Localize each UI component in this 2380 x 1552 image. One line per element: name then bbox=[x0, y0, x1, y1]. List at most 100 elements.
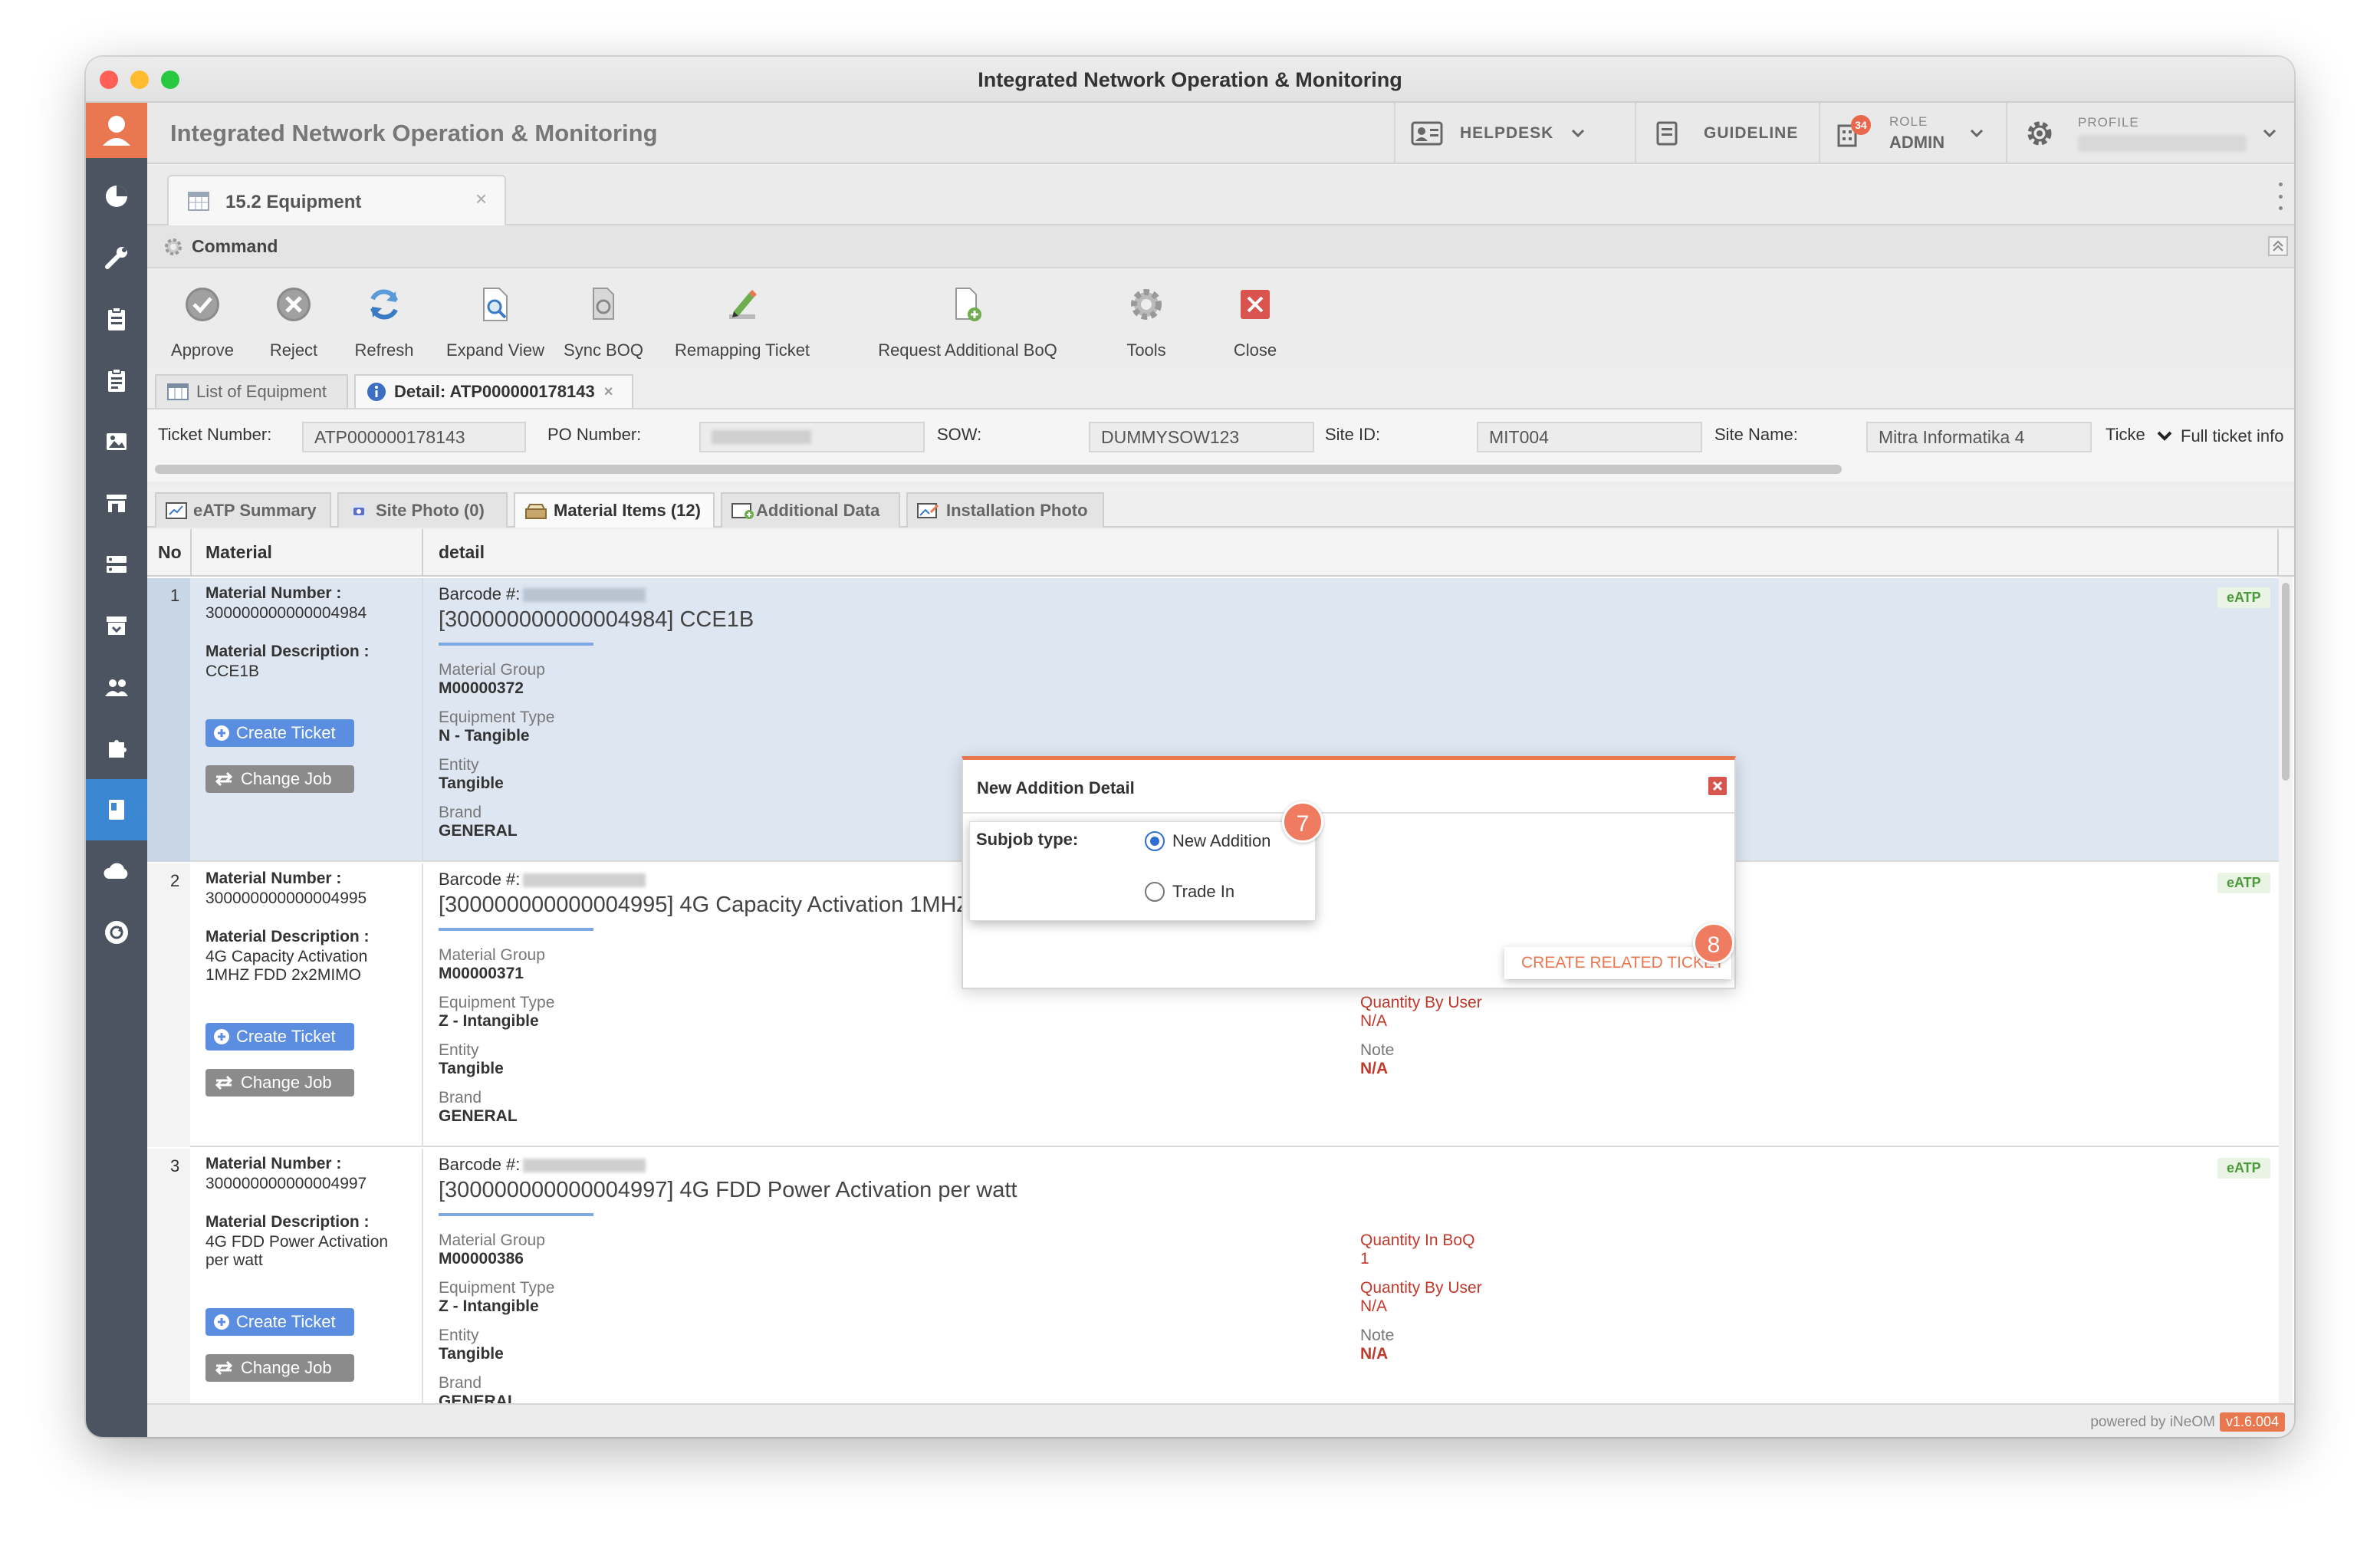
tab-site-photo[interactable]: Site Photo (0) bbox=[337, 492, 508, 528]
equipment-type-label: Equipment Type bbox=[439, 709, 555, 726]
expand-view-label: Expand View bbox=[445, 340, 544, 360]
sidebar-item-servers[interactable] bbox=[86, 534, 147, 595]
sidebar-item-sync[interactable] bbox=[86, 902, 147, 963]
profile-name-redacted bbox=[2078, 135, 2247, 152]
refresh-button[interactable]: Refresh bbox=[342, 268, 426, 368]
material-cell: Material Number : 300000000000004984 Mat… bbox=[205, 584, 417, 681]
equipment-type-value: N - Tangible bbox=[439, 727, 530, 745]
ticket-number-field[interactable]: ATP000000178143 bbox=[302, 422, 526, 452]
inbox-icon bbox=[525, 504, 547, 519]
close-tab-icon[interactable]: × bbox=[475, 187, 487, 211]
pencil-edit-icon bbox=[729, 290, 757, 319]
sidebar-item-tasks[interactable] bbox=[86, 288, 147, 350]
remapping-ticket-label: Remapping Ticket bbox=[674, 340, 810, 360]
step-marker: 8 bbox=[1693, 922, 1734, 964]
sidebar-item-store[interactable] bbox=[86, 472, 147, 534]
chart-window-icon bbox=[166, 502, 187, 519]
option-new-addition[interactable]: New Addition bbox=[1145, 831, 1271, 851]
po-number-field[interactable] bbox=[699, 422, 925, 452]
full-ticket-info-toggle[interactable]: Full ticket info bbox=[2156, 417, 2284, 455]
remapping-ticket-button[interactable]: Remapping Ticket bbox=[666, 268, 819, 368]
request-additional-boq-button[interactable]: Request Additional BoQ bbox=[869, 268, 1066, 368]
tab-material-items[interactable]: Material Items (12) bbox=[514, 492, 715, 528]
material-group-label: Material Group bbox=[439, 1231, 545, 1249]
brand-value: GENERAL bbox=[439, 1393, 518, 1403]
sidebar-item-archive[interactable] bbox=[86, 595, 147, 656]
tab-eatp-summary-label: eATP Summary bbox=[193, 501, 317, 520]
tab-list-of-equipment[interactable]: List of Equipment bbox=[155, 374, 348, 408]
gear-icon bbox=[2027, 121, 2052, 146]
guideline-link[interactable]: GUIDELINE bbox=[1635, 103, 1819, 164]
barcode-redacted bbox=[523, 588, 646, 603]
tab-equipment[interactable]: 15.2 Equipment × bbox=[167, 175, 506, 225]
vertical-scrollbar-thumb[interactable] bbox=[2282, 583, 2290, 781]
expand-view-button[interactable]: Expand View bbox=[442, 268, 549, 368]
tab-installation-photo[interactable]: Installation Photo bbox=[906, 492, 1104, 528]
create-ticket-button[interactable]: Create Ticket bbox=[205, 1023, 354, 1051]
sow-field[interactable]: DUMMYSOW123 bbox=[1089, 422, 1314, 452]
helpdesk-menu[interactable]: HELPDESK bbox=[1394, 103, 1635, 164]
full-ticket-info-label: Full ticket info bbox=[2181, 426, 2284, 446]
tab-detail[interactable]: Detail: ATP000000178143 × bbox=[354, 374, 633, 408]
radio-trade-in[interactable] bbox=[1145, 882, 1165, 902]
chevron-down-icon bbox=[1971, 129, 1984, 138]
sync-boq-button[interactable]: Sync BOQ bbox=[561, 268, 646, 368]
sidebar-item-gallery[interactable] bbox=[86, 411, 147, 472]
table-row[interactable]: 3 Material Number : 300000000000004997 M… bbox=[147, 1149, 2286, 1403]
more-options-icon[interactable] bbox=[2277, 182, 2283, 210]
material-description-line: 4G FDD Power Activation bbox=[205, 1233, 389, 1251]
profile-menu[interactable]: PROFILE bbox=[2006, 103, 2294, 164]
sidebar-item-users[interactable] bbox=[86, 656, 147, 718]
change-job-button[interactable]: Change Job bbox=[205, 1354, 354, 1382]
close-detail-tab-icon[interactable]: × bbox=[604, 383, 613, 401]
tools-button[interactable]: Tools bbox=[1112, 268, 1181, 368]
sync-document-icon bbox=[593, 288, 614, 320]
site-name-field[interactable]: Mitra Informatika 4 bbox=[1866, 422, 2092, 452]
notification-badge: 34 bbox=[1851, 115, 1871, 135]
tab-additional-data-label: Additional Data bbox=[756, 501, 880, 520]
sync-boq-label: Sync BOQ bbox=[564, 340, 643, 360]
radio-new-addition[interactable] bbox=[1145, 831, 1165, 851]
row-number: 3 bbox=[170, 1156, 180, 1176]
dialog-header: New Addition Detail bbox=[963, 760, 1734, 814]
dialog-close-button[interactable] bbox=[1708, 777, 1727, 795]
sidebar-item-cloud[interactable] bbox=[86, 840, 147, 902]
role-label: ROLE bbox=[1889, 114, 1928, 129]
material-description-line: CCE1B bbox=[205, 663, 260, 680]
close-icon bbox=[1712, 781, 1723, 791]
tab-material-items-label: Material Items (12) bbox=[554, 501, 701, 520]
notification-button[interactable]: 34 bbox=[1836, 115, 1871, 149]
role-menu[interactable]: 34 ROLE ADMIN bbox=[1819, 103, 2006, 164]
barcode-label: Barcode #: bbox=[439, 584, 521, 603]
table-icon bbox=[167, 383, 189, 400]
brand-label: Brand bbox=[439, 1374, 482, 1392]
site-id-field[interactable]: MIT004 bbox=[1477, 422, 1702, 452]
book-icon bbox=[109, 800, 124, 820]
change-job-button[interactable]: Change Job bbox=[205, 1069, 354, 1097]
sidebar-user[interactable] bbox=[86, 103, 147, 158]
change-job-button[interactable]: Change Job bbox=[205, 765, 354, 793]
sidebar-item-plugins[interactable] bbox=[86, 718, 147, 779]
sidebar-item-dashboard[interactable] bbox=[86, 166, 147, 227]
sidebar-item-equipment[interactable] bbox=[86, 779, 147, 840]
sidebar-item-reports[interactable] bbox=[86, 350, 147, 411]
create-ticket-button[interactable]: Create Ticket bbox=[205, 719, 354, 747]
close-button[interactable]: Close bbox=[1221, 268, 1290, 368]
add-document-icon bbox=[955, 288, 981, 321]
detail-cell: Material Group M00000372 Equipment Type … bbox=[439, 661, 554, 840]
tab-additional-data[interactable]: Additional Data bbox=[721, 492, 900, 528]
horizontal-scrollbar[interactable] bbox=[155, 465, 1842, 474]
tab-eatp-summary[interactable]: eATP Summary bbox=[155, 492, 331, 528]
create-ticket-button[interactable]: Create Ticket bbox=[205, 1308, 354, 1336]
brand-value: GENERAL bbox=[439, 1107, 518, 1125]
contact-card-icon bbox=[1411, 121, 1443, 146]
option-trade-in[interactable]: Trade In bbox=[1145, 882, 1234, 902]
reject-button[interactable]: Reject bbox=[259, 268, 328, 368]
sidebar-item-maintenance[interactable] bbox=[86, 227, 147, 288]
material-number-label: Material Number : bbox=[205, 584, 342, 602]
approve-button[interactable]: Approve bbox=[163, 268, 242, 368]
create-ticket-label: Create Ticket bbox=[236, 1027, 336, 1046]
qty-user-label: Quantity By User bbox=[1360, 1279, 1482, 1297]
document-tabbar: 15.2 Equipment × bbox=[147, 166, 2294, 225]
collapse-command-button[interactable] bbox=[2268, 236, 2288, 256]
